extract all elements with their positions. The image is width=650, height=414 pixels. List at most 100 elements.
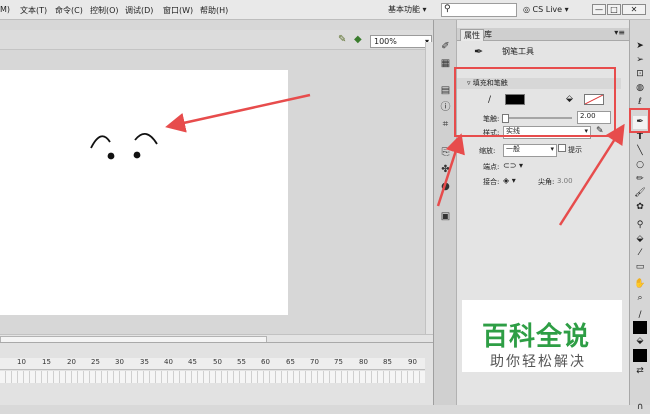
help-search-input[interactable]: ⚲ — [441, 3, 517, 17]
stroke-width-input[interactable]: 2.00 — [577, 111, 611, 124]
scale-select[interactable]: 一般 ▾ — [503, 144, 557, 157]
tab-library[interactable]: 库 — [481, 29, 495, 40]
chevron-down-icon: ▾ — [422, 5, 427, 14]
tick-label: 40 — [164, 358, 173, 366]
tick-label: 85 — [383, 358, 392, 366]
cs-live-icon: ◎ — [523, 5, 530, 14]
tick-label: 30 — [115, 358, 124, 366]
history-icon[interactable]: ▣ — [439, 210, 452, 223]
zoom-select[interactable]: 100% ▾ — [370, 35, 432, 48]
line-tool-icon[interactable]: ╲ — [633, 145, 647, 158]
join-label: 接合: — [483, 178, 500, 186]
snap-magnet-icon[interactable]: ∩ — [633, 401, 647, 414]
watermark-subtitle: 助你轻松解决 — [490, 354, 586, 370]
menu-item-view[interactable]: M) — [0, 5, 10, 14]
menu-item-text[interactable]: 文本(T) — [20, 5, 47, 16]
text-tool-icon[interactable]: T — [633, 131, 647, 144]
stroke-color-swatch[interactable] — [505, 94, 525, 105]
tick-label: 55 — [237, 358, 246, 366]
tick-label: 75 — [334, 358, 343, 366]
miter-label: 尖角: — [538, 178, 555, 186]
zoom-value: 100% — [374, 37, 397, 46]
tick-label: 15 — [42, 358, 51, 366]
hand-tool-icon[interactable]: ✋ — [633, 278, 647, 291]
stage-canvas[interactable] — [0, 70, 288, 315]
tick-label: 35 — [140, 358, 149, 366]
fill-color-tool-icon[interactable]: ⬙ — [633, 335, 647, 348]
oval-tool-icon[interactable]: ○ — [633, 159, 647, 172]
stroke-color-chip[interactable] — [633, 321, 647, 334]
edit-scene-icon[interactable]: ✎ — [338, 34, 346, 45]
timeline-ruler: 10 15 20 25 30 35 40 45 50 55 60 65 70 7… — [0, 358, 425, 370]
tick-label: 70 — [310, 358, 319, 366]
no-fill-slash-icon — [584, 94, 604, 105]
slider-thumb[interactable] — [502, 114, 509, 123]
paint-bucket-tool-icon[interactable]: ⬙ — [633, 233, 647, 246]
brush-tool-icon[interactable]: 🖌 — [633, 187, 647, 200]
menu-item-help[interactable]: 帮助(H) — [200, 5, 228, 16]
hint-checkbox[interactable] — [558, 144, 566, 152]
paint-bucket-icon: ⬙ — [566, 94, 573, 104]
section-title: 填充和笔触 — [472, 79, 508, 87]
scale-label: 缩放: — [479, 147, 496, 155]
tick-label: 50 — [213, 358, 222, 366]
panel-menu-icon[interactable]: ▾≡ — [614, 28, 625, 37]
workspace-label: 基本功能 — [388, 5, 420, 14]
menu-item-debug[interactable]: 调试(D) — [125, 5, 153, 16]
subselection-tool-icon[interactable]: ➢ — [633, 54, 647, 67]
restore-button[interactable]: □ — [607, 4, 621, 15]
transform-icon[interactable]: ⌗ — [439, 118, 452, 131]
chevron-down-icon: ▾ — [564, 5, 569, 14]
fill-color-chip[interactable] — [633, 349, 647, 362]
watermark: 百科全说 助你轻松解决 — [462, 300, 622, 372]
eyedropper-tool-icon[interactable]: ⁄ — [633, 247, 647, 260]
pencil-tool-icon[interactable]: ✏ — [633, 173, 647, 186]
cs-live-label: CS Live — [532, 5, 563, 14]
timeline-frames[interactable] — [0, 371, 425, 383]
motion-presets-icon[interactable]: ● — [439, 180, 452, 193]
lasso-tool-icon[interactable]: ℓ — [633, 96, 647, 109]
swap-colors-icon[interactable]: ⇄ — [633, 365, 647, 378]
info-icon[interactable]: ⓘ — [439, 101, 452, 114]
menu-item-control[interactable]: 控制(O) — [90, 5, 119, 16]
tools-panel: ➤ ➢ ⊡ ◍ ℓ ✒ T ╲ ○ ✏ 🖌 ✿ ⚲ ⬙ ⁄ ▭ ✋ ⌕ ∕ ⬙ … — [629, 20, 650, 412]
pen-tool-icon[interactable]: ✒ — [633, 116, 647, 129]
close-button[interactable]: ✕ — [622, 4, 646, 15]
align-icon[interactable]: ▤ — [439, 84, 452, 97]
3d-rotation-tool-icon[interactable]: ◍ — [633, 82, 647, 95]
tick-label: 90 — [408, 358, 417, 366]
fill-stroke-section-header[interactable]: ▿ 填充和笔触 — [457, 78, 621, 89]
selection-tool-icon[interactable]: ➤ — [633, 40, 647, 53]
zoom-tool-icon[interactable]: ⌕ — [633, 292, 647, 305]
search-icon: ⚲ — [444, 4, 451, 14]
components-icon[interactable]: ✤ — [439, 163, 452, 176]
join-select[interactable]: ◈ ▾ — [503, 176, 516, 185]
code-snippets-icon[interactable]: ⎘ — [439, 146, 452, 159]
style-select[interactable]: 实线 ▾ — [503, 126, 591, 139]
right-eye-dot — [133, 151, 141, 159]
edit-stroke-style-icon[interactable]: ✎ — [596, 126, 604, 136]
free-transform-tool-icon[interactable]: ⊡ — [633, 68, 647, 81]
cs-live-button[interactable]: ◎ CS Live ▾ — [523, 3, 585, 17]
swatches-icon[interactable]: ▦ — [439, 57, 452, 70]
watermark-title: 百科全说 — [482, 322, 591, 352]
stage-toolbar: ✎ ◆ — [0, 30, 433, 50]
stroke-slider[interactable] — [502, 114, 572, 123]
miter-value[interactable]: 3.00 — [557, 177, 573, 185]
workspace-switcher[interactable]: 基本功能 ▾ — [388, 3, 436, 17]
pen-tool-icon: ✒ — [474, 45, 484, 58]
deco-tool-icon[interactable]: ✿ — [633, 201, 647, 214]
fill-color-swatch[interactable] — [584, 94, 604, 105]
stroke-label: 笔触: — [483, 115, 500, 123]
minimize-button[interactable]: — — [592, 4, 606, 15]
color-palette-icon[interactable]: ✐ — [439, 40, 452, 53]
menu-item-commands[interactable]: 命令(C) — [55, 5, 83, 16]
bone-tool-icon[interactable]: ⚲ — [633, 219, 647, 232]
eraser-tool-icon[interactable]: ▭ — [633, 261, 647, 274]
edit-symbol-icon[interactable]: ◆ — [354, 34, 362, 45]
chevron-down-icon: ▾ — [584, 127, 588, 135]
menu-item-window[interactable]: 窗口(W) — [163, 5, 193, 16]
stage-vertical-scrollbar[interactable] — [425, 42, 433, 334]
cap-select[interactable]: ⊂⊃ ▾ — [503, 161, 523, 170]
tool-name: 钢笔工具 — [502, 47, 534, 56]
